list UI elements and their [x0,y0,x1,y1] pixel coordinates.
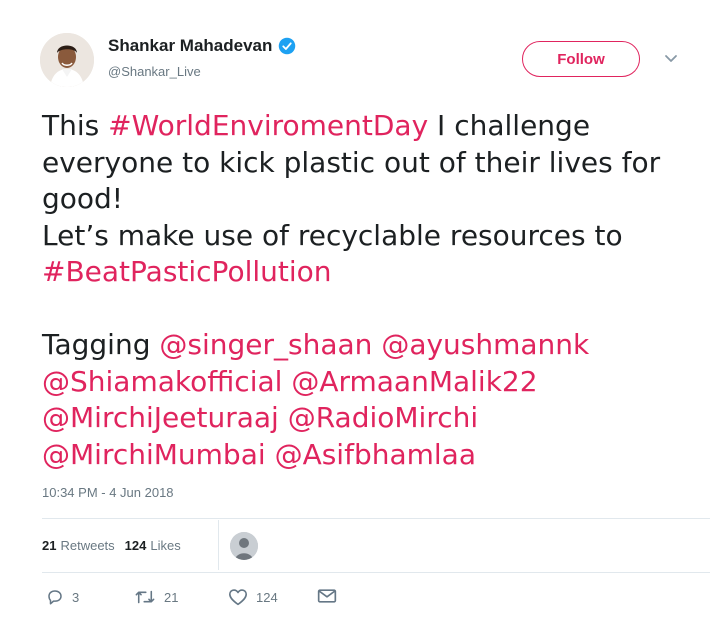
stat-separator [218,520,219,570]
tweet-text: This #WorldEnviromentDay I challenge ever… [42,108,702,473]
tweet-text-segment: I challenge [428,109,591,142]
display-name[interactable]: Shankar Mahadevan [108,36,296,56]
tweet-line: Tagging @singer_shaan @ayushmannk [42,327,702,364]
mention-link[interactable]: @ArmaanMalik22 [291,365,537,398]
tweet-line: good! [42,181,702,218]
tweet-text-segment [279,401,288,434]
retweet-button[interactable]: 21 [134,588,178,606]
mention-link[interactable]: @ayushmannk [381,328,589,361]
mention-link[interactable]: @MirchiMumbai [42,438,266,471]
reply-count: 3 [72,589,80,605]
reply-button[interactable]: 3 [46,588,79,606]
tweet-line: #BeatPasticPollution [42,254,702,291]
likes-label: Likes [150,538,181,553]
tweet-text-segment: everyone to kick plastic out of their li… [42,145,661,179]
chevron-down-icon[interactable] [664,54,678,64]
likes-stat[interactable]: 124 Likes [125,538,181,553]
user-handle[interactable]: @Shankar_Live [108,64,201,79]
reply-icon [48,590,62,605]
like-count: 124 [256,589,278,605]
tweet-line: everyone to kick plastic out of their li… [42,145,702,182]
heart-icon [229,589,247,606]
user-name[interactable]: Shankar Mahadevan [108,36,272,56]
direct-message-button[interactable] [317,588,337,604]
tweet-line: @Shiamakofficial @ArmaanMalik22 [42,364,702,401]
hashtag-link[interactable]: #BeatPasticPollution [42,255,332,288]
mention-link[interactable]: @MirchiJeeturaaj [42,401,279,434]
tweet-text-segment [266,438,275,471]
mention-link[interactable]: @Shiamakofficial [42,365,282,398]
engagement-stats: 21 Retweets 124 Likes [42,538,181,553]
avatar[interactable] [40,33,94,87]
tweet-line: This #WorldEnviromentDay I challenge [42,108,702,145]
direct-message-icon [317,589,337,603]
tweet-text-segment [372,328,381,361]
tweet-line: @MirchiMumbai @Asifbhamlaa [42,437,702,474]
tweet-text-segment: good! [42,182,124,215]
tweet-text-segment: This [42,109,109,142]
action-bar: 3 21 124 [42,588,442,610]
verified-badge-icon [279,37,296,55]
divider [42,572,710,573]
likes-count: 124 [124,538,147,553]
follow-button[interactable]: Follow [522,41,640,77]
mention-link[interactable]: @RadioMirchi [288,401,478,434]
divider [42,518,710,519]
tweet-text-segment [282,365,291,398]
retweet-count: 21 [164,589,179,605]
hashtag-link[interactable]: #WorldEnviromentDay [108,109,428,142]
timestamp[interactable]: 10:34 PM - 4 Jun 2018 [42,485,174,500]
tweet-text-segment: Tagging [42,328,160,361]
retweet-icon [135,590,155,604]
tweet-card: Shankar Mahadevan @Shankar_Live Follow T… [0,0,720,620]
mention-link[interactable]: @Asifbhamlaa [275,438,476,471]
tweet-text-segment: Let’s make use of recyclable resources t… [42,218,623,252]
mention-link[interactable]: @singer_shaan [159,328,372,361]
liker-avatar[interactable] [230,532,258,560]
tweet-line: Let’s make use of recyclable resources t… [42,218,702,255]
like-button[interactable]: 124 [228,588,278,606]
retweets-count: 21 [42,538,57,553]
retweets-stat[interactable]: 21 Retweets [42,538,115,553]
retweets-label: Retweets [60,538,115,553]
tweet-line: @MirchiJeeturaaj @RadioMirchi [42,400,702,437]
